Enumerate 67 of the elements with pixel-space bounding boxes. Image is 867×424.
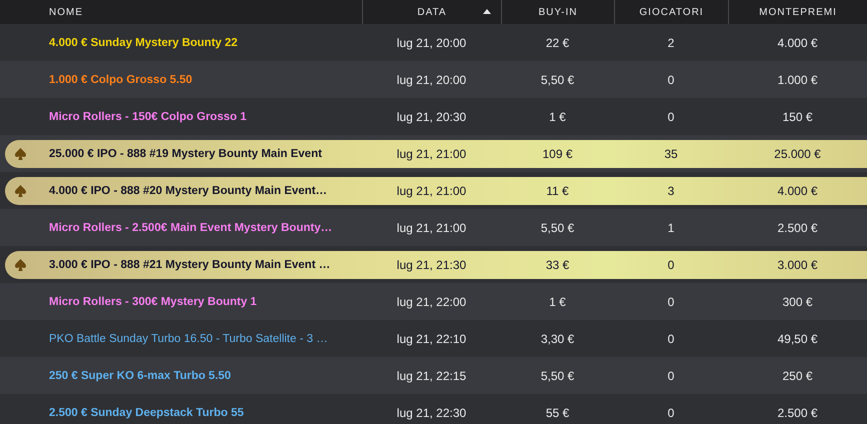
- date-cell-text: lug 21, 21:30: [396, 258, 468, 272]
- prize-cell-text: 300 €: [781, 294, 814, 308]
- players-cell-text: 3: [666, 184, 676, 198]
- column-header[interactable]: NOME: [49, 6, 83, 18]
- tournament-name[interactable]: Micro Rollers - 2.500€ Main Event Mystery Bounty…: [0, 222, 362, 234]
- featured-row[interactable]: 3.000 € IPO - 888 #21 Mystery Bounty Main Event … lug 21, 21:30 33 € 0 3.000 €: [5, 250, 867, 278]
- buy-in-cell-text: 55 €: [544, 406, 570, 420]
- spade-icon: [15, 184, 26, 196]
- buy-in-cell-text: 33 €: [544, 258, 570, 272]
- prize-cell-text: 4.000 €: [776, 36, 819, 50]
- prize-cell-text: 3.000 €: [776, 258, 819, 272]
- tournament-name[interactable]: 3.000 € IPO - 888 #21 Mystery Bounty Main Event …: [5, 258, 362, 270]
- buy-in-cell-text: 1 €: [548, 294, 567, 308]
- prize-cell-text: 1.000 €: [776, 72, 819, 86]
- spade-icon: [15, 148, 26, 160]
- featured-row[interactable]: 25.000 € IPO - 888 #19 Mystery Bounty Main Event lug 21, 21:00 109 € 35 25.000 €: [5, 140, 867, 168]
- players-cell-text: 0: [666, 294, 676, 308]
- buy-in-cell-text: 109 €: [541, 146, 574, 160]
- players-cell-text: 1: [666, 220, 676, 234]
- players-cell-text: 0: [666, 368, 676, 382]
- players-cell-text: 0: [666, 258, 676, 272]
- column-header[interactable]: DATA: [417, 6, 447, 18]
- prize-cell-text: 250 €: [781, 368, 814, 382]
- date-cell-text: lug 21, 20:00: [396, 72, 468, 86]
- tournament-name[interactable]: 25.000 € IPO - 888 #19 Mystery Bounty Main Event: [5, 148, 362, 160]
- date-cell-text: lug 21, 21:00: [396, 184, 468, 198]
- players-cell-text: 0: [666, 406, 676, 420]
- tournament-name[interactable]: Micro Rollers - 150€ Colpo Grosso 1: [0, 110, 362, 122]
- players-cell-text: 35: [663, 146, 679, 160]
- tournament-name[interactable]: Micro Rollers - 300€ Mystery Bounty 1: [0, 296, 362, 308]
- players-cell-text: 0: [666, 332, 676, 346]
- column-header[interactable]: GIOCATORI: [639, 6, 704, 18]
- prize-cell-text: 4.000 €: [776, 184, 819, 198]
- sort-icon[interactable]: [483, 9, 491, 14]
- buy-in-cell-text: 11 €: [545, 184, 570, 198]
- prize-cell-text: 25.000 €: [773, 146, 822, 160]
- date-cell-text: lug 21, 22:30: [396, 406, 468, 420]
- players-cell-text: 0: [666, 72, 676, 86]
- date-cell-text: lug 21, 20:00: [396, 36, 468, 50]
- date-cell-text: lug 21, 20:30: [396, 110, 468, 124]
- spade-icon: [15, 258, 26, 270]
- prize-cell-text: 49,50 €: [776, 332, 819, 346]
- date-cell-text: lug 21, 22:15: [396, 368, 468, 382]
- buy-in-cell-text: 5,50 €: [540, 220, 576, 234]
- prize-cell-text: 150 €: [781, 110, 814, 124]
- prize-cell-text: 2.500 €: [776, 220, 819, 234]
- date-cell-text: lug 21, 22:00: [396, 294, 468, 308]
- featured-row[interactable]: 4.000 € IPO - 888 #20 Mystery Bounty Main Event… lug 21, 21:00 11 € 3 4.000 €: [5, 176, 867, 204]
- column-header[interactable]: MONTEPREMI: [759, 6, 837, 18]
- buy-in-cell-text: 3,30 €: [540, 332, 576, 346]
- buy-in-cell-text: 5,50 €: [540, 72, 576, 86]
- date-cell-text: lug 21, 21:00: [396, 146, 468, 160]
- column-header[interactable]: BUY-IN: [538, 6, 578, 18]
- tournament-name[interactable]: 250 € Super KO 6-max Turbo 5.50: [0, 370, 362, 382]
- buy-in-cell-text: 5,50 €: [540, 368, 576, 382]
- date-cell-text: lug 21, 22:10: [396, 332, 468, 346]
- players-cell-text: 2: [666, 36, 676, 50]
- tournament-name[interactable]: 2.500 € Sunday Deepstack Turbo 55: [0, 406, 362, 418]
- players-cell-text: 0: [666, 110, 676, 124]
- tournament-name[interactable]: 4.000 € Sunday Mystery Bounty 22: [0, 36, 362, 48]
- buy-in-cell-text: 1 €: [548, 110, 567, 124]
- buy-in-cell-text: 22 €: [544, 36, 570, 50]
- date-cell-text: lug 21, 21:00: [396, 220, 468, 234]
- prize-cell-text: 2.500 €: [776, 406, 819, 420]
- tournament-name[interactable]: 4.000 € IPO - 888 #20 Mystery Bounty Main Event…: [5, 184, 362, 196]
- tournament-name[interactable]: PKO Battle Sunday Turbo 16.50 - Turbo Satellite - 3 …: [0, 332, 362, 344]
- tournament-name[interactable]: 1.000 € Colpo Grosso 5.50: [0, 74, 362, 86]
